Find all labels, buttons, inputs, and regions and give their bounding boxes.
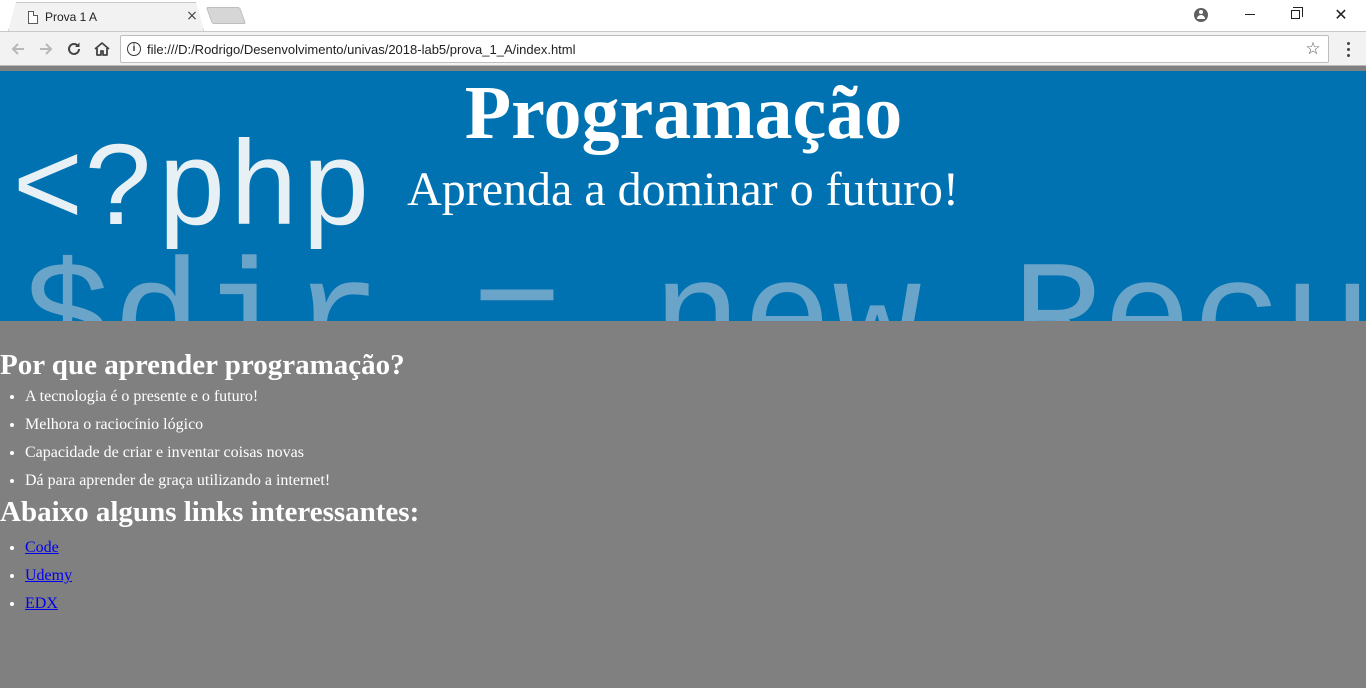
url-text[interactable]: file:///D:/Rodrigo/Desenvolvimento/univa… (147, 42, 576, 57)
section-heading-why: Por que aprender programação? (0, 349, 405, 381)
minimize-button[interactable] (1227, 0, 1273, 29)
page-subtitle: Aprenda a dominar o futuro! (407, 163, 959, 216)
menu-dot-icon (1346, 41, 1350, 45)
tab-close-icon[interactable]: × (184, 8, 200, 24)
reload-button[interactable] (62, 37, 86, 61)
profile-icon (1194, 7, 1208, 22)
restore-icon (1290, 7, 1303, 19)
new-tab-button[interactable] (205, 7, 247, 24)
close-icon: ✕ (1334, 4, 1348, 24)
document-icon (28, 11, 38, 24)
page-title: Programação (464, 71, 903, 155)
link-edx[interactable]: EDX (25, 595, 58, 612)
bookmark-star-icon[interactable]: ☆ (1302, 38, 1324, 60)
restore-button[interactable] (1272, 0, 1318, 29)
link-udemy[interactable]: Udemy (25, 567, 72, 584)
main-content: Por que aprender programação? A tecnolog… (0, 321, 1366, 618)
list-item: EDX (25, 590, 1366, 618)
browser-titlebar: Prova 1 A × ✕ (0, 0, 1366, 31)
tab-title: Prova 1 A (45, 10, 98, 24)
list-item: A tecnologia é o presente e o futuro! (25, 383, 1366, 411)
browser-menu-button[interactable] (1338, 37, 1358, 61)
list-item: Melhora o raciocínio lógico (25, 411, 1366, 439)
arrow-left-icon (11, 43, 24, 55)
address-bar[interactable]: i file:///D:/Rodrigo/Desenvolvimento/uni… (120, 35, 1329, 63)
menu-dot-icon (1346, 53, 1350, 57)
close-window-button[interactable]: ✕ (1318, 0, 1364, 29)
section-heading-links: Abaixo alguns links interessantes: (0, 496, 420, 528)
browser-tab[interactable]: Prova 1 A × (8, 2, 204, 31)
menu-dot-icon (1346, 47, 1350, 51)
browser-toolbar: i file:///D:/Rodrigo/Desenvolvimento/uni… (0, 31, 1366, 66)
back-button[interactable] (6, 37, 30, 61)
link-code[interactable]: Code (25, 539, 59, 556)
info-icon[interactable]: i (127, 42, 141, 56)
home-button[interactable] (90, 37, 114, 61)
arrow-right-icon (40, 43, 53, 55)
list-item: Dá para aprender de graça utilizando a i… (25, 467, 1366, 495)
list-item: Capacidade de criar e inventar coisas no… (25, 439, 1366, 467)
reload-icon (68, 42, 80, 55)
reasons-list: A tecnologia é o presente e o futuro! Me… (0, 383, 1366, 495)
links-list: Code Udemy EDX (0, 534, 1366, 618)
minimize-icon (1245, 14, 1255, 15)
list-item: Udemy (25, 562, 1366, 590)
list-item: Code (25, 534, 1366, 562)
profile-button[interactable] (1178, 0, 1224, 29)
hero-banner: <?php $dir = new Recurs Programação Apre… (0, 71, 1366, 321)
forward-button[interactable] (34, 37, 58, 61)
banner-background-code: $dir = new Recurs (22, 249, 1366, 321)
home-icon (94, 42, 110, 56)
